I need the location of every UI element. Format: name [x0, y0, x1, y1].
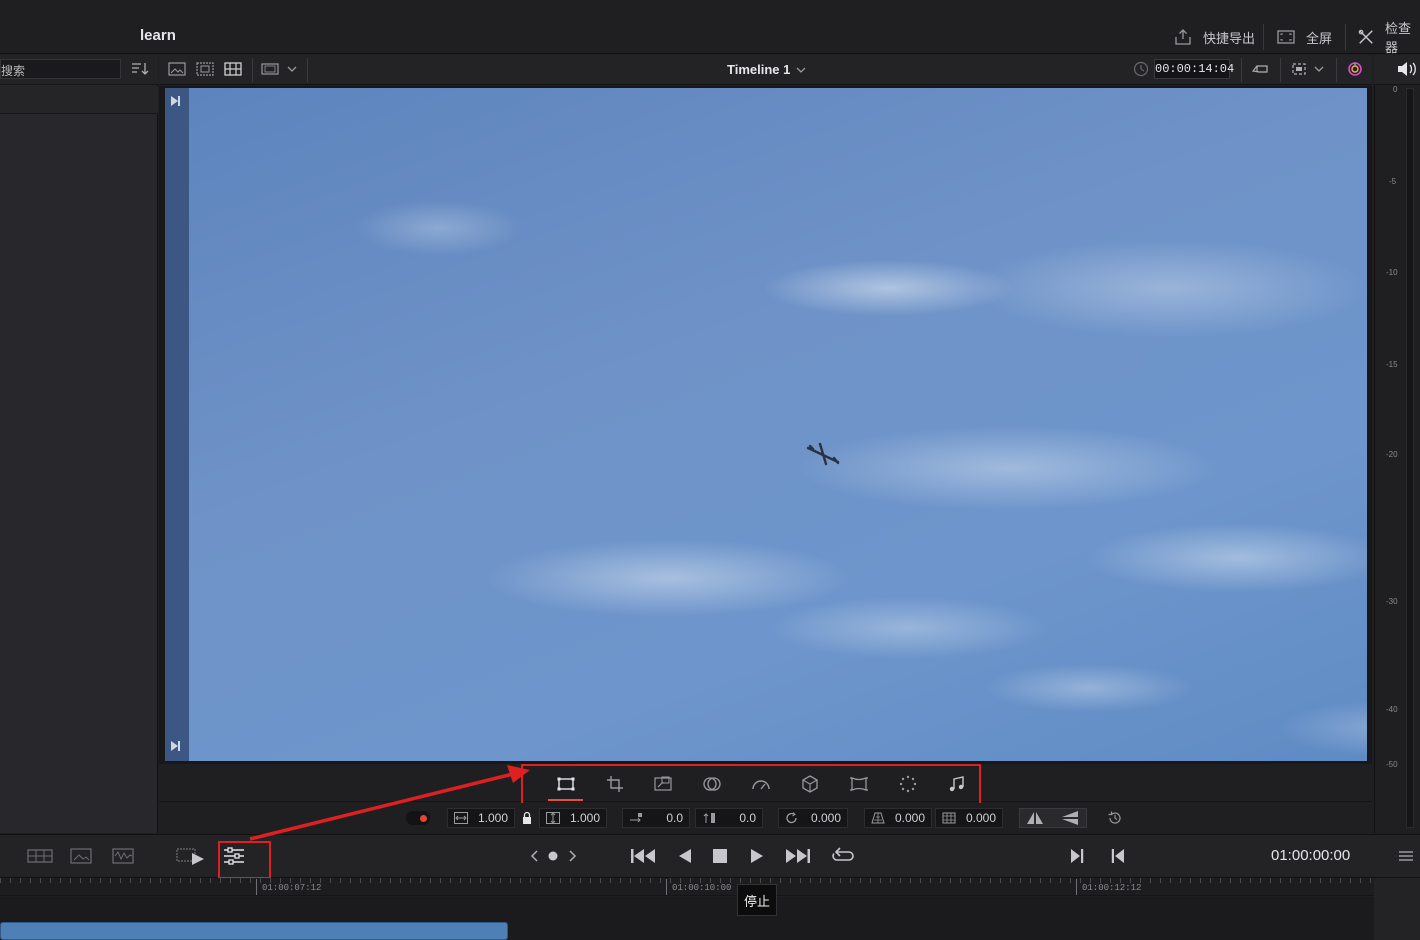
pitch-value: 0.000 [894, 811, 925, 825]
mark-in-icon[interactable] [1067, 845, 1087, 867]
divider [1241, 58, 1242, 82]
color-wheel-icon[interactable] [1346, 61, 1364, 77]
zoom-y-field[interactable]: 1.000 [539, 808, 607, 828]
annotation-arrow [249, 765, 530, 841]
export-icon [1175, 29, 1191, 45]
meter-label: -30 [1386, 597, 1398, 606]
video-frame[interactable] [189, 88, 1367, 761]
speaker-icon[interactable] [1396, 61, 1418, 77]
divider [1336, 58, 1337, 82]
skip-to-end-icon[interactable] [784, 845, 812, 867]
chevron-down-icon[interactable] [795, 62, 807, 78]
divider [252, 58, 253, 82]
rotation-value: 0.000 [810, 811, 841, 825]
fullscreen-button[interactable]: 全屏 [1276, 24, 1332, 50]
pitch-icon [871, 812, 885, 824]
zoom-y-icon [546, 812, 560, 824]
position-y-icon [703, 813, 715, 823]
image-view-icon[interactable] [70, 845, 92, 867]
play-icon[interactable] [746, 845, 768, 867]
meter-label: -40 [1386, 705, 1398, 714]
menu-icon[interactable] [1397, 845, 1415, 867]
meter-label: -20 [1386, 450, 1398, 459]
position-y-field[interactable]: 0.0 [695, 808, 763, 828]
zoom-y-value: 1.000 [569, 811, 600, 825]
airplane-image [806, 442, 840, 466]
fullscreen-icon [1277, 30, 1295, 44]
image-view-icon[interactable] [168, 61, 186, 77]
film-view-icon[interactable] [196, 61, 214, 77]
viewer-edge-strip [165, 88, 189, 761]
cinema-viewer-icon[interactable] [176, 845, 206, 867]
inspector-tools-icon [1358, 29, 1373, 44]
rotation-icon [786, 812, 797, 824]
ruler-label: 01:00:07:12 [262, 883, 322, 893]
waveform-view-icon[interactable] [112, 845, 134, 867]
timeline-view-icon[interactable] [27, 845, 53, 867]
media-pool-header [0, 86, 158, 114]
ruler-label: 01:00:10:00 [672, 883, 732, 893]
divider [1263, 24, 1264, 50]
yaw-icon [942, 812, 956, 824]
meter-label: -5 [1389, 177, 1397, 186]
flip-horizontal-icon[interactable] [1025, 810, 1045, 826]
quick-export-label: 快捷导出 [1203, 30, 1256, 46]
meter-label: -50 [1386, 760, 1398, 769]
flip-vertical-icon[interactable] [1060, 810, 1080, 826]
inspector-toggle-button[interactable]: 检查器 [1357, 21, 1420, 55]
audio-level-bar [1406, 88, 1414, 828]
position-x-icon [630, 813, 642, 823]
project-title: learn [140, 27, 176, 44]
play-reverse-icon[interactable] [674, 845, 696, 867]
timeline-side-panel [1374, 878, 1420, 940]
tools-highlight-box [521, 764, 981, 805]
transport-timecode[interactable]: 01:00:00:00 [1271, 847, 1350, 864]
divider [307, 58, 308, 82]
viewer-timecode[interactable]: 00:00:14:04 [1154, 59, 1234, 79]
ruler-label: 01:00:12:12 [1082, 883, 1142, 893]
keyframe-dot-icon[interactable] [545, 845, 561, 867]
reset-icon[interactable] [1107, 810, 1123, 826]
timeline-name[interactable]: Timeline 1 [727, 62, 790, 77]
prev-keyframe-icon[interactable] [527, 845, 541, 867]
timeline-clip[interactable] [0, 922, 508, 940]
inspector-highlight-box [218, 841, 271, 879]
media-pool-panel [0, 55, 158, 833]
fullscreen-label: 全屏 [1306, 30, 1333, 46]
chevron-down-icon[interactable] [1313, 61, 1325, 77]
timecode-clock-icon[interactable] [1132, 61, 1150, 77]
sort-icon[interactable] [130, 61, 150, 77]
inspector-label: 检查器 [1384, 21, 1411, 55]
search-input[interactable] [0, 59, 121, 79]
go-to-first-frame-icon[interactable] [169, 95, 181, 107]
position-x-value: 0.0 [666, 811, 683, 825]
chevron-down-icon[interactable] [286, 61, 298, 77]
meter-label: 0 [1393, 85, 1398, 94]
pitch-field[interactable]: 0.000 [864, 808, 932, 828]
rotation-field[interactable]: 0.000 [778, 808, 848, 828]
bypass-icon[interactable] [1251, 61, 1269, 77]
position-y-value: 0.0 [739, 811, 756, 825]
divider [1280, 58, 1281, 82]
stop-icon[interactable] [709, 845, 731, 867]
go-to-last-frame-icon[interactable] [169, 740, 181, 752]
mark-out-icon[interactable] [1108, 845, 1128, 867]
position-x-field[interactable]: 0.0 [622, 808, 690, 828]
ruler-tick [1076, 879, 1077, 895]
skip-to-start-icon[interactable] [629, 845, 657, 867]
yaw-field[interactable]: 0.000 [935, 808, 1003, 828]
onscreen-controls-icon[interactable] [1290, 61, 1308, 77]
grid-view-icon[interactable] [224, 61, 242, 77]
ruler-tick [256, 879, 257, 895]
yaw-value: 0.000 [965, 811, 996, 825]
meter-label: -10 [1386, 268, 1398, 277]
quick-export-button[interactable]: 快捷导出 [1173, 24, 1255, 50]
ruler-tick [666, 879, 667, 895]
viewer-size-icon[interactable] [261, 61, 279, 77]
loop-icon[interactable] [830, 845, 856, 867]
next-keyframe-icon[interactable] [566, 845, 580, 867]
stop-tooltip: 停止 [737, 884, 777, 916]
divider [1345, 24, 1346, 50]
meter-label: -15 [1386, 360, 1398, 369]
